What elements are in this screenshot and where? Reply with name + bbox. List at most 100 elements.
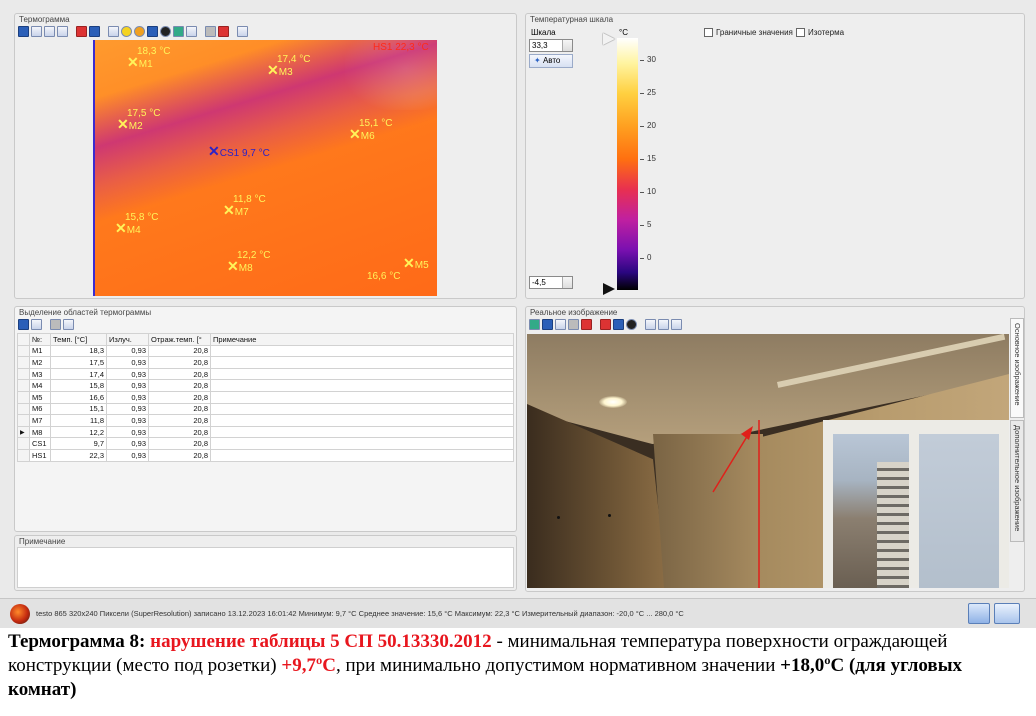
table-cell[interactable] bbox=[210, 379, 514, 392]
table-cell[interactable]: M8 bbox=[29, 425, 51, 439]
table-cell[interactable] bbox=[210, 425, 514, 439]
print-icon[interactable] bbox=[44, 26, 55, 37]
row-selector[interactable] bbox=[17, 379, 30, 392]
marker-point-icon[interactable] bbox=[121, 26, 132, 37]
save-icon[interactable] bbox=[18, 319, 29, 330]
table-cell[interactable]: 20,8 bbox=[148, 425, 211, 439]
table-cell[interactable] bbox=[210, 367, 514, 381]
table-cell[interactable]: 15,1 bbox=[50, 402, 107, 416]
save-icon[interactable] bbox=[18, 26, 29, 37]
table-cell[interactable]: 17,4 bbox=[50, 367, 107, 381]
area-select-icon[interactable] bbox=[205, 26, 216, 37]
side-tab-extra-image[interactable]: Дополнительное изображение bbox=[1010, 420, 1024, 542]
table-row[interactable]: M4 15,8 0,93 20,8 bbox=[17, 379, 514, 392]
zoom-fit-icon[interactable] bbox=[671, 319, 682, 330]
table-cell[interactable]: 9,7 bbox=[50, 437, 107, 450]
scale-max-pointer[interactable] bbox=[603, 33, 615, 45]
checkbox[interactable] bbox=[796, 28, 805, 37]
grid-icon[interactable] bbox=[237, 26, 248, 37]
side-tab-main-image[interactable]: Основное изображение bbox=[1010, 318, 1024, 418]
table-cell[interactable]: M2 bbox=[29, 356, 51, 369]
table-cell[interactable]: M4 bbox=[29, 379, 51, 392]
table-cell[interactable]: 18,3 bbox=[50, 344, 107, 358]
zoom-out-icon[interactable] bbox=[658, 319, 669, 330]
table-cell[interactable]: 16,6 bbox=[50, 390, 107, 404]
table-row[interactable]: ▶ M8 12,2 0,93 20,8 bbox=[17, 425, 514, 439]
thermal-image[interactable]: 18,3 °C ✕M1 17,4 °C ✕M3 HS1 22,3 °C 17,5… bbox=[93, 40, 437, 296]
table-cell[interactable]: 0,93 bbox=[106, 390, 149, 404]
profile-line-icon[interactable] bbox=[186, 26, 197, 37]
row-selector[interactable] bbox=[17, 437, 30, 450]
table-cell[interactable]: 20,8 bbox=[148, 448, 211, 462]
hotspot-label[interactable]: HS1 22,3 °C bbox=[373, 42, 429, 53]
copy-icon[interactable] bbox=[31, 26, 42, 37]
table-cell[interactable] bbox=[210, 390, 514, 404]
table-cell[interactable]: 0,93 bbox=[106, 425, 149, 439]
copy-icon[interactable] bbox=[555, 319, 566, 330]
row-selector[interactable] bbox=[17, 356, 30, 369]
column-header[interactable]: Темп. [°C] bbox=[50, 333, 107, 346]
column-header[interactable]: Отраж.темп. [° bbox=[148, 333, 211, 346]
table-cell[interactable]: 0,93 bbox=[106, 402, 149, 416]
coldspot-icon[interactable] bbox=[147, 26, 158, 37]
real-photo[interactable] bbox=[527, 334, 1009, 588]
auto-button[interactable]: ✦ Авто bbox=[529, 54, 573, 68]
table-cell[interactable]: 12,2 bbox=[50, 425, 107, 439]
marker-m8[interactable]: 12,2 °C ✕M8 bbox=[227, 250, 270, 274]
table-cell[interactable]: 0,93 bbox=[106, 379, 149, 392]
marker-m6[interactable]: 15,1 °C ✕M6 bbox=[349, 118, 392, 142]
table-row[interactable]: M5 16,6 0,93 20,8 bbox=[17, 390, 514, 404]
table-cell[interactable] bbox=[210, 448, 514, 462]
table-cell[interactable]: 20,8 bbox=[148, 402, 211, 416]
export-icon[interactable] bbox=[57, 26, 68, 37]
coldspot-cs1[interactable]: ✕CS1 9,7 °C bbox=[208, 144, 270, 159]
save-icon[interactable] bbox=[542, 319, 553, 330]
column-header[interactable]: №: bbox=[29, 333, 51, 346]
marker-m4[interactable]: 15,8 °C ✕M4 bbox=[115, 212, 158, 236]
table-cell[interactable]: 20,8 bbox=[148, 367, 211, 381]
table-cell[interactable]: M7 bbox=[29, 414, 51, 427]
table-cell[interactable]: CS1 bbox=[29, 437, 51, 450]
table-cell[interactable]: 0,93 bbox=[106, 448, 149, 462]
row-selector[interactable] bbox=[17, 402, 30, 416]
close-icon[interactable] bbox=[581, 319, 592, 330]
thermometer-icon[interactable] bbox=[108, 26, 119, 37]
view-mode-dual-icon[interactable] bbox=[994, 603, 1020, 624]
table-cell[interactable]: 20,8 bbox=[148, 379, 211, 392]
delete-marker-icon[interactable] bbox=[160, 26, 171, 37]
table-cell[interactable]: 0,93 bbox=[106, 437, 149, 450]
view-mode-single-icon[interactable] bbox=[968, 603, 990, 624]
marker-m1[interactable]: 18,3 °C ✕M1 bbox=[127, 46, 170, 70]
marker-m5[interactable]: ✕M5 16,6 °C bbox=[367, 256, 429, 282]
scale-max-input[interactable]: 33,3 bbox=[529, 39, 573, 52]
table-row[interactable]: M7 11,8 0,93 20,8 bbox=[17, 414, 514, 427]
table-row[interactable]: M1 18,3 0,93 20,8 bbox=[17, 344, 514, 358]
table-row[interactable]: HS1 22,3 0,93 20,8 bbox=[17, 448, 514, 462]
table-cell[interactable] bbox=[210, 414, 514, 427]
table-cell[interactable]: 20,8 bbox=[148, 414, 211, 427]
column-header[interactable]: Излуч. bbox=[106, 333, 149, 346]
print-icon[interactable] bbox=[568, 319, 579, 330]
table-cell[interactable]: 22,3 bbox=[50, 448, 107, 462]
layout-icon[interactable] bbox=[89, 26, 100, 37]
delete-region-icon[interactable] bbox=[50, 319, 61, 330]
table-cell[interactable]: M6 bbox=[29, 402, 51, 416]
close-icon[interactable] bbox=[218, 26, 229, 37]
checkbox[interactable] bbox=[704, 28, 713, 37]
row-selector[interactable] bbox=[17, 344, 30, 358]
table-cell[interactable]: 17,5 bbox=[50, 356, 107, 369]
column-header[interactable]: Примечание bbox=[210, 333, 514, 346]
table-cell[interactable]: 20,8 bbox=[148, 344, 211, 358]
table-cell[interactable]: HS1 bbox=[29, 448, 51, 462]
marker-m3[interactable]: 17,4 °C ✕M3 bbox=[267, 54, 310, 78]
row-selector[interactable] bbox=[17, 448, 30, 462]
hotspot-icon[interactable] bbox=[134, 26, 145, 37]
table-cell[interactable]: 20,8 bbox=[148, 437, 211, 450]
table-cell[interactable]: 0,93 bbox=[106, 414, 149, 427]
boundary-values-checkbox[interactable]: Граничные значения bbox=[704, 28, 793, 37]
zoom-in-icon[interactable] bbox=[645, 319, 656, 330]
row-selector[interactable] bbox=[17, 367, 30, 381]
table-cell[interactable] bbox=[210, 344, 514, 358]
palette-icon[interactable] bbox=[76, 26, 87, 37]
table-cell[interactable]: 15,8 bbox=[50, 379, 107, 392]
